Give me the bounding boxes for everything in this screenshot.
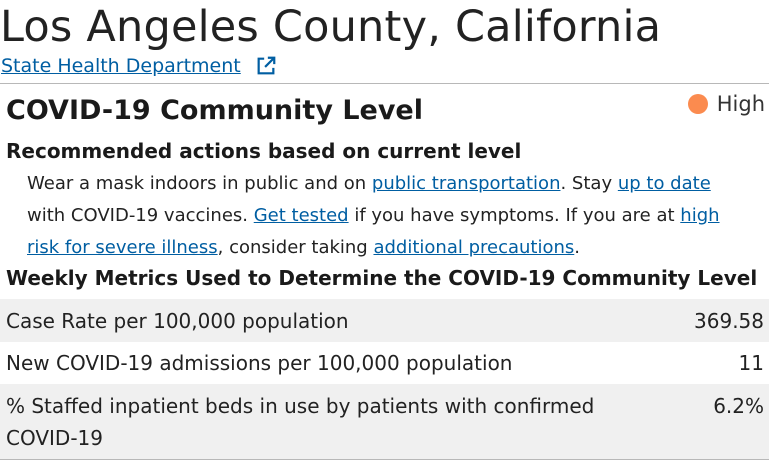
table-row: Case Rate per 100,000 population 369.58 bbox=[0, 299, 769, 342]
external-link-icon bbox=[257, 56, 276, 75]
community-level-indicator: High bbox=[687, 92, 765, 116]
header-divider bbox=[0, 83, 769, 84]
recommendations-heading: Recommended actions based on current lev… bbox=[6, 139, 522, 163]
metric-value: 11 bbox=[738, 351, 764, 375]
rec-text-4: if you have symptoms. If you are at bbox=[348, 205, 681, 226]
state-health-department-label: State Health Department bbox=[1, 55, 241, 77]
get-tested-link[interactable]: Get tested bbox=[254, 205, 349, 226]
table-row: % Staffed inpatient beds in use by patie… bbox=[0, 384, 769, 459]
community-level-value: High bbox=[716, 92, 765, 116]
metric-label: New COVID-19 admissions per 100,000 popu… bbox=[6, 351, 513, 375]
public-transportation-link[interactable]: public transportation bbox=[372, 173, 561, 194]
page-title: Los Angeles County, California bbox=[0, 2, 662, 52]
community-level-heading: COVID-19 Community Level bbox=[6, 95, 423, 126]
metrics-heading: Weekly Metrics Used to Determine the COV… bbox=[6, 266, 758, 290]
metric-value: 6.2% bbox=[713, 394, 764, 418]
rec-text-3: with COVID-19 vaccines. bbox=[27, 205, 254, 226]
recommendations-text: Wear a mask indoors in public and on pub… bbox=[27, 168, 747, 264]
rec-text-6: . bbox=[574, 237, 581, 258]
state-health-department-link[interactable]: State Health Department bbox=[1, 55, 277, 77]
metrics-table: Case Rate per 100,000 population 369.58 … bbox=[0, 299, 769, 459]
metric-value: 369.58 bbox=[694, 309, 764, 333]
table-row: New COVID-19 admissions per 100,000 popu… bbox=[0, 342, 769, 384]
additional-precautions-link[interactable]: additional precautions bbox=[373, 237, 574, 258]
level-dot-icon bbox=[687, 94, 708, 114]
rec-text-5: , consider taking bbox=[217, 237, 374, 258]
up-to-date-link[interactable]: up to date bbox=[618, 173, 711, 194]
rec-text-2: . Stay bbox=[560, 173, 618, 194]
rec-text-1: Wear a mask indoors in public and on bbox=[27, 173, 372, 194]
table-bottom-divider bbox=[0, 459, 769, 460]
metric-label: % Staffed inpatient beds in use by patie… bbox=[6, 394, 595, 450]
metric-label: Case Rate per 100,000 population bbox=[6, 309, 349, 333]
